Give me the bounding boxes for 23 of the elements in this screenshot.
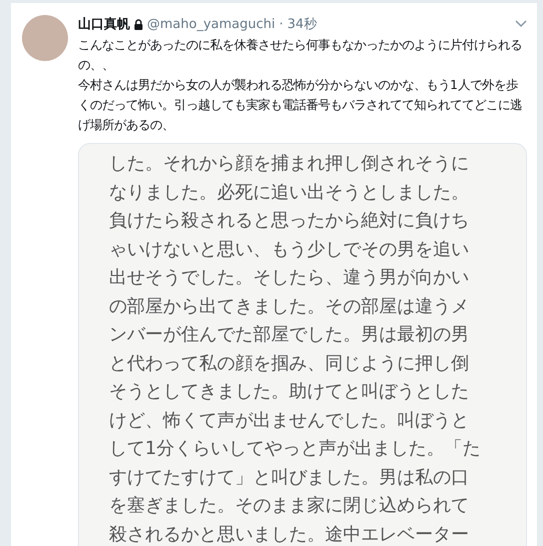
chevron-icon[interactable] <box>515 20 527 28</box>
image-text-line: した。それから顔を捕まれ押し倒されそうに <box>109 152 470 176</box>
timestamp[interactable]: 34秒 <box>287 15 317 33</box>
image-text-line: の部屋から出てきました。その部屋は違うメ <box>109 294 470 318</box>
image-text-line: 出せそうでした。そしたら、違う男が向かい <box>109 266 470 290</box>
image-text-line: 負けたら殺されると思ったから絶対に負けち <box>109 209 470 233</box>
image-text-line: と代わって私の顔を掴み、同じように押し倒 <box>109 352 470 376</box>
image-text-line: して1分くらいしてやっと声が出ました。「た <box>109 437 482 461</box>
image-text-line: なりました。必死に追い出そうとしました。 <box>109 180 470 204</box>
image-text-line: を塞ぎました。そのまま家に閉じ込められて <box>109 494 470 518</box>
attached-image[interactable] <box>78 143 527 546</box>
tweet-text: 今村さんは男だから女の人が襲われる恐怖が分からないのかな、もう1人で外を歩くのだって怖い。引っ越しても実家も電話番号もバラされてて知られててどこに逃げ場所があるの、 <box>78 77 523 134</box>
separator: · <box>279 16 284 32</box>
image-text-line: ゃいけないと思い、もう少しでその男を追い <box>109 238 470 262</box>
tweet-text: こんなことがあったのに私を休養させたら何事もなかったかのように片付けられるの、、 <box>78 37 523 74</box>
image-text-line: すけてたすけて」と叫びました。男は私の口 <box>109 466 470 490</box>
image-text-line: けど、怖くて声が出ませんでした。叫ぼうと <box>109 408 470 432</box>
image-text-line: そうとしてきました。助けてと叫ぼうとした <box>109 380 470 404</box>
avatar[interactable] <box>22 15 68 61</box>
display-name[interactable]: 山口真帆 <box>78 15 130 33</box>
image-text-line: 殺されるかと思いました。途中エレベーター <box>109 522 470 546</box>
image-text-line: ンバーが住んでた部屋でした。男は最初の男 <box>109 323 470 347</box>
handle[interactable]: @maho_yamaguchi <box>147 16 276 32</box>
